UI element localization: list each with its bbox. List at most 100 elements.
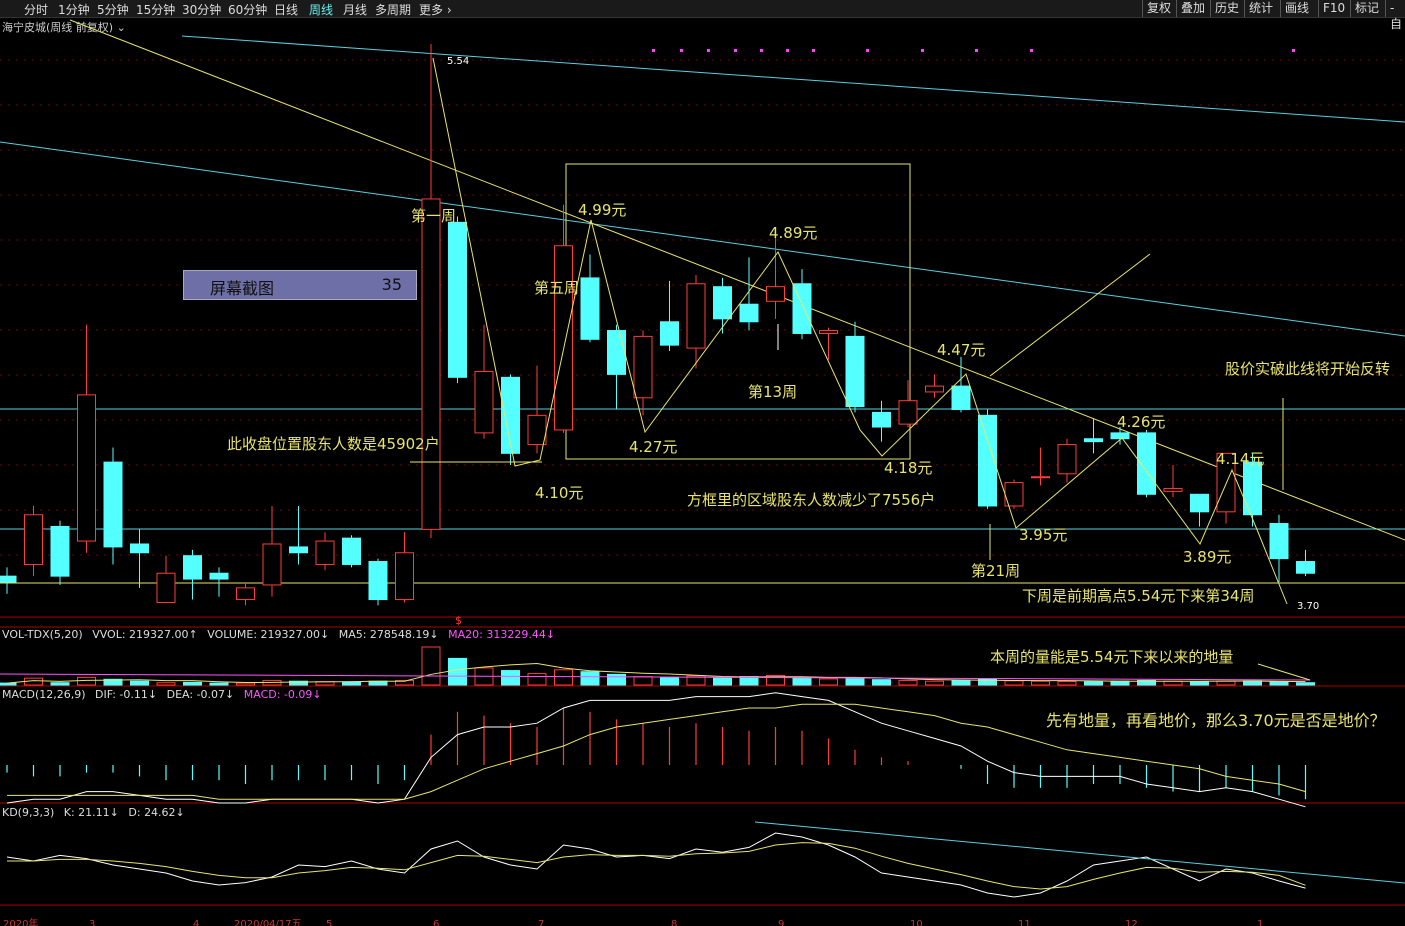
- candle-body: [527, 414, 547, 446]
- volume-bar: [421, 646, 441, 686]
- candle-body: [368, 561, 388, 601]
- kd-k: K: 21.11↓: [63, 806, 119, 819]
- vol-name: VOL-TDX(5,20): [2, 628, 83, 641]
- marker-dot-3: [734, 49, 737, 52]
- candle-body: [739, 303, 759, 323]
- volume-bar: [792, 676, 812, 686]
- annotation-week21: 第21周: [971, 562, 1020, 580]
- x-axis-label: 7: [538, 919, 544, 926]
- x-axis-label: 10: [910, 919, 923, 926]
- candle-body: [951, 385, 971, 410]
- candle-body: [1296, 561, 1315, 574]
- x-axis-label: 8: [671, 919, 677, 926]
- kd-indicator-line[interactable]: KD(9,3,3) K: 21.11↓ D: 24.62↓: [2, 806, 191, 819]
- marker-dot-10: [1030, 49, 1033, 52]
- x-axis-label: 12: [1125, 919, 1138, 926]
- annotation-p427: 4.27元: [629, 438, 677, 456]
- annotation-p489: 4.89元: [769, 224, 817, 242]
- volume-bar: [1057, 681, 1077, 686]
- macd-name: MACD(12,26,9): [2, 688, 86, 701]
- volume-bar: [580, 671, 600, 686]
- candle-body: [183, 555, 202, 580]
- volume-bar: [951, 679, 971, 686]
- macd-value: MACD: -0.09↓: [243, 688, 322, 701]
- volume-bar: [209, 682, 229, 686]
- candle-body: [660, 321, 679, 346]
- volume-bar: [183, 681, 202, 686]
- x-axis-label: 2020/04/17五: [234, 919, 302, 926]
- annotation-week1: 第一周: [411, 207, 456, 225]
- macd-indicator-line[interactable]: MACD(12,26,9) DIF: -0.11↓ DEA: -0.07↓ MA…: [2, 688, 328, 701]
- volume-ma20-line: [0, 673, 1311, 681]
- marker-dot-8: [921, 49, 924, 52]
- volume-indicator-line[interactable]: VOL-TDX(5,20) VVOL: 219327.00↑ VOLUME: 2…: [2, 628, 561, 641]
- candle-body: [103, 461, 123, 548]
- volume-bar: [130, 680, 149, 686]
- kd-k-line: [6, 832, 1306, 898]
- volume-bar: [448, 657, 467, 686]
- volume-bar: [156, 682, 176, 686]
- breakout-arrow-diagonal: [989, 253, 1151, 377]
- candle-body: [315, 540, 335, 565]
- candle-body: [24, 514, 43, 565]
- annotation-dollar: $: [455, 614, 462, 627]
- trend-line-upper: [181, 35, 1405, 123]
- candle-body: [819, 330, 838, 334]
- volume-bar: [1190, 681, 1209, 686]
- annotation-p389: 3.89元: [1183, 548, 1231, 566]
- volume-bar: [660, 676, 679, 686]
- candle-body: [421, 198, 441, 530]
- candle-body: [1163, 487, 1183, 492]
- macd-panel: [6, 692, 1307, 808]
- grid-lines: [0, 49, 1405, 906]
- volume-bar: [1031, 680, 1050, 686]
- vol-volume: VOLUME: 219327.00↓: [207, 628, 330, 641]
- volume-bar: [554, 669, 573, 686]
- x-axis-label: 2020年: [3, 917, 38, 926]
- x-axis-label: 6: [433, 919, 439, 926]
- annotation-p410: 4.10元: [535, 484, 583, 502]
- marker-dot-2: [707, 49, 710, 52]
- annotation-p395: 3.95元: [1019, 526, 1067, 544]
- candlestick-chart[interactable]: 第一周第五周第13周第21周 4.99元 4.89元 4.47元 4.26元 4.14元 4…: [0, 0, 1405, 926]
- screenshot-count: 35: [381, 275, 402, 294]
- annotation-breakout: 股价实破此线将开始反转: [1225, 360, 1390, 378]
- volume-bar: [77, 676, 96, 686]
- candle-body: [50, 525, 70, 577]
- annotation-p418: 4.18元: [884, 459, 932, 477]
- candle-body: [766, 286, 785, 302]
- annotation-next_week: 下周是前期高点5.54元下来第34周: [1022, 587, 1255, 605]
- marker-dot-11: [1292, 49, 1295, 52]
- macd-dif-line: [6, 692, 1306, 808]
- screenshot-label: 屏幕截图: [210, 279, 275, 298]
- candle-body: [130, 543, 149, 554]
- annotation-p426: 4.26元: [1117, 413, 1165, 431]
- volume-bar: [50, 682, 70, 686]
- volume-bar: [925, 680, 944, 686]
- candle-body: [580, 277, 600, 340]
- volume-bar: [845, 677, 865, 686]
- annotation-p447: 4.47元: [937, 341, 985, 359]
- candle-body: [1243, 461, 1262, 516]
- volume-bar: [1216, 680, 1236, 686]
- vol-ma20: MA20: 313229.44↓: [448, 628, 556, 641]
- macd-dif: DIF: -0.11↓: [95, 688, 158, 701]
- candle-body: [633, 335, 653, 399]
- volume-bar: [1269, 681, 1289, 686]
- annotation-volume_note: 本周的量能是5.54元下来以来的地量: [990, 648, 1233, 666]
- candle-body: [1057, 444, 1077, 475]
- candle-body: [262, 543, 282, 586]
- annotation-question: 先有地量，再看地价，那么3.70元是否是地价？: [1046, 711, 1386, 730]
- x-axis-label: 11: [1018, 919, 1031, 926]
- volume-bar: [607, 673, 626, 686]
- candle-body: [209, 572, 229, 580]
- volume-ma5-line: [6, 662, 1306, 684]
- annotation-high: 5.54: [447, 56, 469, 67]
- screenshot-badge[interactable]: 屏幕截图 35: [183, 270, 417, 300]
- x-axis-label: 4: [193, 919, 199, 926]
- volume-bar: [236, 682, 255, 686]
- volume-bar: [633, 676, 653, 686]
- candle-body: [156, 572, 176, 603]
- annotation-week13: 第13周: [748, 383, 797, 401]
- candle-body: [448, 221, 467, 378]
